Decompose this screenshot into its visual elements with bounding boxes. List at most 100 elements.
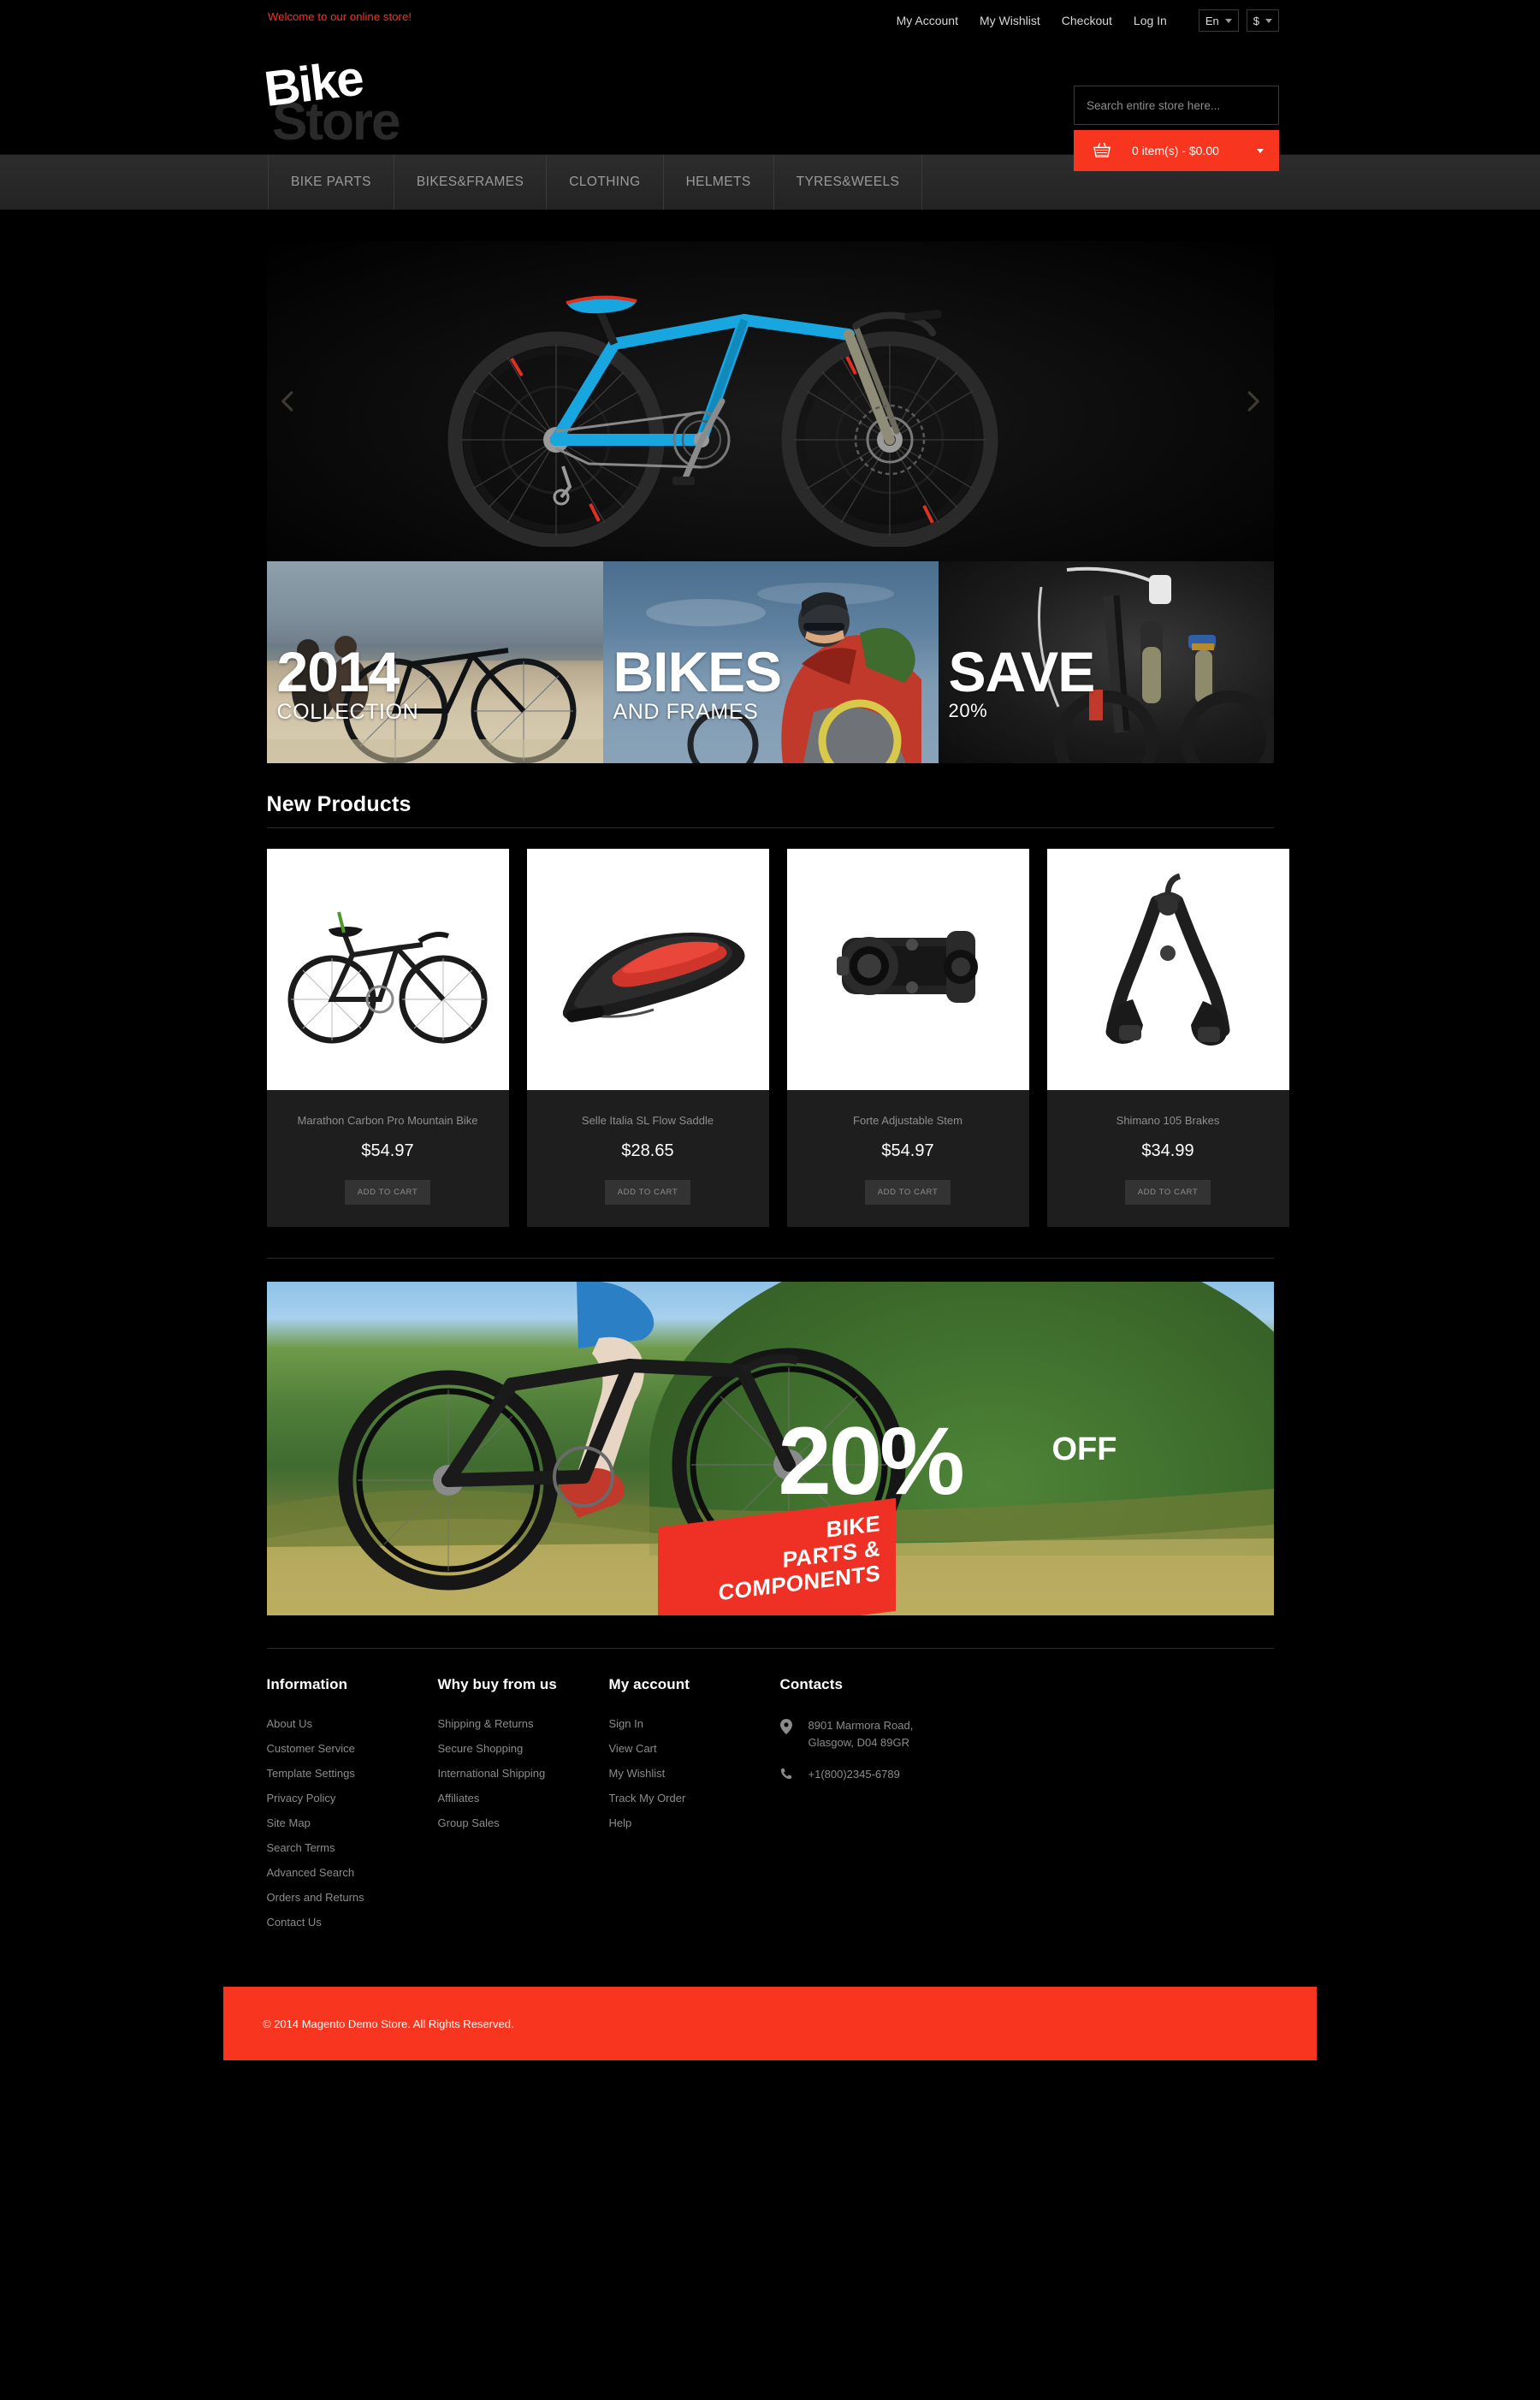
top-link-my-account[interactable]: My Account	[897, 14, 958, 27]
footer-link-search-terms[interactable]: Search Terms	[267, 1841, 438, 1854]
search-input[interactable]	[1074, 86, 1279, 125]
product-image	[526, 849, 769, 1090]
new-products-title: New Products	[266, 792, 412, 816]
footer-link-help[interactable]: Help	[609, 1816, 780, 1829]
product-card[interactable]: Selle Italia SL Flow Saddle $28.65 ADD T…	[526, 849, 769, 1227]
phone-icon	[780, 1768, 791, 1780]
product-card[interactable]: Shimano 105 Brakes $34.99 ADD TO CART	[1046, 849, 1289, 1227]
add-to-cart-button[interactable]: ADD TO CART	[865, 1180, 951, 1205]
contact-phone-text: +1(800)2345-6789	[808, 1768, 900, 1781]
tile-caption: SAVE 20%	[948, 640, 1096, 722]
footer-link-template-settings[interactable]: Template Settings	[267, 1767, 438, 1780]
promo-banner[interactable]: 20% OFF BIKE PARTS & COMPONENTS	[266, 1282, 1274, 1615]
contact-address-text: 8901 Marmora Road, Glasgow, D04 89GR	[808, 1717, 914, 1751]
contact-phone: +1(800)2345-6789	[780, 1766, 1063, 1783]
address-line-1: 8901 Marmora Road,	[808, 1719, 914, 1732]
product-name: Shimano 105 Brakes	[1116, 1114, 1220, 1127]
product-price: $28.65	[621, 1141, 674, 1160]
product-card[interactable]: Forte Adjustable Stem $54.97 ADD TO CART	[786, 849, 1029, 1227]
currency-selector[interactable]: $	[1246, 9, 1279, 32]
footer-link-advanced-search[interactable]: Advanced Search	[267, 1866, 438, 1879]
footer-column-title: Contacts	[779, 1676, 844, 1692]
copyright-bar: © 2014 Magento Demo Store. All Rights Re…	[223, 1987, 1317, 2060]
nav-item-tyres-weels[interactable]: TYRES&WEELS	[774, 155, 923, 210]
tile-headline: SAVE	[948, 640, 1096, 704]
hero-prev-button[interactable]	[275, 388, 301, 414]
site-header: Store Bike 0 item(s) - $0.00	[0, 36, 1540, 171]
footer-link-orders-and-returns[interactable]: Orders and Returns	[267, 1891, 438, 1904]
add-to-cart-button[interactable]: ADD TO CART	[605, 1180, 690, 1205]
hero-slider	[266, 241, 1274, 561]
cart-label: 0 item(s) - $0.00	[1132, 144, 1219, 157]
footer-link-site-map[interactable]: Site Map	[267, 1816, 438, 1829]
footer-link-track-my-order[interactable]: Track My Order	[609, 1792, 780, 1804]
footer-link-international-shipping[interactable]: International Shipping	[438, 1767, 609, 1780]
product-image	[266, 849, 509, 1090]
new-products-grid: Marathon Carbon Pro Mountain Bike $54.97…	[266, 849, 1289, 1227]
nav-item-bike-parts[interactable]: BIKE PARTS	[268, 155, 394, 210]
product-image	[1046, 849, 1289, 1090]
product-price: $34.99	[1141, 1141, 1194, 1160]
chevron-left-icon	[281, 391, 293, 412]
footer-link-contact-us[interactable]: Contact Us	[267, 1916, 438, 1929]
tile-caption: BIKES AND FRAMES	[613, 640, 783, 725]
footer-link-affiliates[interactable]: Affiliates	[438, 1792, 609, 1804]
map-pin-icon	[779, 1719, 792, 1734]
promo-tile-bikes-and-frames[interactable]: BIKES AND FRAMES	[602, 561, 939, 763]
chevron-down-icon	[1265, 18, 1272, 23]
footer-link-shipping-returns[interactable]: Shipping & Returns	[438, 1717, 609, 1730]
footer-column-why-buy-from-us: Why buy from us Shipping & Returns Secur…	[438, 1676, 609, 1941]
nav-item-helmets[interactable]: HELMETS	[664, 155, 774, 210]
footer-link-about-us[interactable]: About Us	[267, 1717, 438, 1730]
nav-item-bikes-frames[interactable]: BIKES&FRAMES	[394, 155, 548, 210]
tile-subline: AND FRAMES	[613, 700, 759, 724]
site-logo[interactable]: Store Bike	[261, 50, 542, 149]
contact-address: 8901 Marmora Road, Glasgow, D04 89GR	[779, 1717, 1063, 1751]
footer-column-information: Information About Us Customer Service Te…	[267, 1676, 438, 1941]
add-to-cart-button[interactable]: ADD TO CART	[345, 1180, 430, 1205]
language-selector[interactable]: En	[1198, 9, 1239, 32]
product-image	[786, 849, 1029, 1090]
top-link-my-wishlist[interactable]: My Wishlist	[980, 14, 1040, 27]
footer-column-title: Information	[266, 1676, 348, 1692]
footer-link-view-cart[interactable]: View Cart	[609, 1742, 780, 1755]
hero-next-button[interactable]	[1240, 388, 1265, 414]
product-price: $54.97	[361, 1141, 414, 1160]
nav-item-clothing[interactable]: CLOTHING	[547, 155, 664, 210]
tile-caption: 2014 COLLECTION	[276, 640, 419, 725]
section-divider	[266, 1258, 1274, 1259]
top-bar: Welcome to our online store! My Account …	[0, 0, 1540, 36]
tile-headline: 2014	[276, 640, 400, 704]
top-link-checkout[interactable]: Checkout	[1062, 14, 1112, 27]
mountain-bike-icon	[287, 911, 487, 1044]
footer-link-group-sales[interactable]: Group Sales	[438, 1816, 609, 1829]
promo-tile-2014-collection[interactable]: 2014 COLLECTION	[266, 561, 603, 763]
footer-column-title: My account	[608, 1676, 690, 1692]
product-name: Marathon Carbon Pro Mountain Bike	[297, 1114, 478, 1127]
section-divider	[266, 1648, 1274, 1649]
top-link-log-in[interactable]: Log In	[1134, 14, 1167, 27]
main-navigation: BIKE PARTS BIKES&FRAMES CLOTHING HELMETS…	[0, 154, 1540, 210]
language-value: En	[1205, 14, 1219, 27]
bike-stem-icon	[836, 931, 978, 1003]
footer-link-secure-shopping[interactable]: Secure Shopping	[438, 1742, 609, 1755]
add-to-cart-button[interactable]: ADD TO CART	[1125, 1180, 1211, 1205]
logo-primary-text: Bike	[261, 50, 366, 117]
footer-column-contacts: Contacts 8901 Marmora Road, Glasgow, D04…	[779, 1676, 1063, 1941]
bike-brakes-icon	[1105, 873, 1229, 1046]
product-name: Selle Italia SL Flow Saddle	[581, 1114, 714, 1127]
footer-column-my-account: My account Sign In View Cart My Wishlist…	[609, 1676, 780, 1941]
promo-off-label: OFF	[1051, 1431, 1117, 1467]
product-card[interactable]: Marathon Carbon Pro Mountain Bike $54.97…	[266, 849, 509, 1227]
top-links: My Account My Wishlist Checkout Log In E…	[897, 9, 1279, 32]
product-price: $54.97	[881, 1141, 934, 1160]
footer-link-sign-in[interactable]: Sign In	[609, 1717, 780, 1730]
footer-link-privacy-policy[interactable]: Privacy Policy	[267, 1792, 438, 1804]
cart-button[interactable]: 0 item(s) - $0.00	[1074, 130, 1279, 171]
promo-tile-save-20[interactable]: SAVE 20%	[938, 561, 1274, 763]
product-name: Forte Adjustable Stem	[853, 1114, 962, 1127]
footer-link-my-wishlist[interactable]: My Wishlist	[609, 1767, 780, 1780]
chevron-right-icon	[1247, 391, 1259, 412]
footer-link-customer-service[interactable]: Customer Service	[267, 1742, 438, 1755]
tile-headline: BIKES	[613, 640, 783, 704]
